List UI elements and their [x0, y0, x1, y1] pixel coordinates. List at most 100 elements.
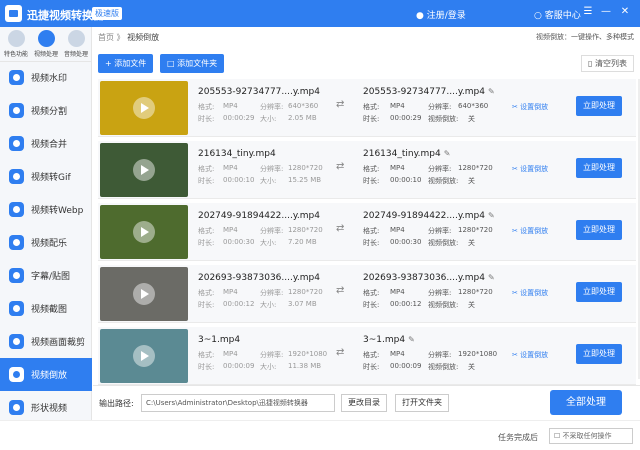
process-all-button[interactable]: 全部处理 — [550, 390, 622, 415]
set-reverse-link[interactable]: ✂ 设置倒放 — [512, 164, 548, 174]
minimize-icon[interactable]: — — [600, 6, 612, 17]
sidebar-item[interactable]: 视频截图 — [0, 292, 92, 325]
set-reverse-label[interactable]: 设置倒放 — [520, 103, 548, 111]
output-resolution: 1280*720 — [458, 288, 493, 296]
after-completion-select[interactable]: ☐ 不采取任何操作 — [549, 428, 633, 444]
set-reverse-link[interactable]: ✂ 设置倒放 — [512, 288, 548, 298]
output-file-name-text: 202749-91894422....y.mp4 — [363, 211, 485, 221]
duration-label: 时长: — [363, 301, 380, 309]
tab-featured[interactable]: 特色功能 — [1, 30, 31, 58]
video-thumbnail[interactable] — [100, 329, 188, 383]
sidebar-item[interactable]: 视频分割 — [0, 94, 92, 127]
size-label: 大小: — [260, 363, 277, 371]
login-label[interactable]: 注册/登录 — [427, 11, 466, 21]
video-thumbnail[interactable] — [100, 143, 188, 197]
process-now-button[interactable]: 立即处理 — [576, 220, 622, 240]
resolution-label: 分辨率: — [260, 165, 284, 173]
process-now-button[interactable]: 立即处理 — [576, 96, 622, 116]
sidebar-item[interactable]: 视频倒放 — [0, 358, 92, 391]
close-icon[interactable]: ✕ — [619, 6, 631, 17]
sidebar-item[interactable]: 视频水印 — [0, 61, 92, 94]
video-thumbnail[interactable] — [100, 81, 188, 135]
sidebar-item-label: 形状视频 — [31, 404, 68, 414]
set-reverse-label[interactable]: 设置倒放 — [520, 227, 548, 235]
output-file-name: 202749-91894422....y.mp4 ✎ — [363, 211, 495, 221]
reverse-label: 视频倒放: — [428, 177, 459, 185]
category-tabs: 特色功能 视频处理 音频处理 — [0, 27, 92, 62]
tab-label: 特色功能 — [3, 51, 28, 58]
reverse-label: 视频倒放: — [428, 239, 459, 247]
menu-icon[interactable]: ☰ — [582, 6, 594, 17]
title-bar: 迅捷视频转换器 极速版 ● 注册/登录 ○ 客服中心 ☰ — ✕ — [0, 0, 640, 27]
file-row: 205553-92734777....y.mp4 格式: MP4 分辨率: 640*36… — [98, 79, 636, 137]
process-now-button[interactable]: 立即处理 — [576, 344, 622, 364]
tab-audio-processing[interactable]: 音频处理 — [61, 30, 91, 58]
play-icon[interactable] — [133, 221, 155, 243]
edit-icon[interactable]: ✎ — [488, 273, 495, 282]
scissors-icon: ✂ — [512, 165, 521, 173]
file-row: 3~1.mp4 格式: MP4 分辨率: 1920*1080 时长: 00:00:09 大小:… — [98, 327, 636, 385]
play-icon[interactable] — [133, 283, 155, 305]
input-resolution: 1280*720 — [288, 164, 323, 172]
add-folder-button[interactable]: □ 添加文件夹 — [160, 54, 225, 73]
sidebar-item[interactable]: 视频画面裁剪 — [0, 325, 92, 358]
set-reverse-label[interactable]: 设置倒放 — [520, 351, 548, 359]
output-format: MP4 — [390, 102, 405, 110]
clear-list-label[interactable]: 清空列表 — [595, 59, 627, 68]
sidebar-item[interactable]: 视频合并 — [0, 127, 92, 160]
breadcrumb-current: 视频倒放 — [127, 33, 160, 42]
play-icon[interactable] — [133, 97, 155, 119]
edit-icon[interactable]: ✎ — [408, 335, 415, 344]
resolution-label: 分辨率: — [428, 289, 452, 297]
input-duration: 00:00:10 — [223, 176, 255, 184]
edition-badge: 极速版 — [92, 7, 122, 20]
format-label: 格式: — [198, 227, 215, 235]
sidebar-item-label: 视频转Webp — [31, 206, 84, 216]
set-reverse-link[interactable]: ✂ 设置倒放 — [512, 350, 548, 360]
edit-icon[interactable]: ✎ — [488, 211, 495, 220]
file-row: 216134_tiny.mp4 格式: MP4 分辨率: 1280*720 时长: 00:0… — [98, 141, 636, 199]
sidebar-item-label: 视频倒放 — [31, 371, 68, 381]
input-duration: 00:00:29 — [223, 114, 255, 122]
service-center-link[interactable]: ○ 客服中心 — [534, 8, 581, 21]
sidebar-item[interactable]: 视频配乐 — [0, 226, 92, 259]
service-label[interactable]: 客服中心 — [545, 11, 581, 21]
video-thumbnail[interactable] — [100, 205, 188, 259]
play-icon[interactable] — [133, 345, 155, 367]
input-file-name: 202693-93873036....y.mp4 — [198, 273, 320, 283]
open-folder-button[interactable]: 打开文件夹 — [395, 394, 449, 412]
output-resolution: 1920*1080 — [458, 350, 498, 358]
video-thumbnail[interactable] — [100, 267, 188, 321]
edit-icon[interactable]: ✎ — [444, 149, 451, 158]
tab-video-processing[interactable]: 视频处理 — [31, 30, 61, 58]
sidebar-item[interactable]: 视频转Webp — [0, 193, 92, 226]
sidebar-item-label: 视频水印 — [31, 74, 68, 84]
sidebar: 特色功能 视频处理 音频处理 视频水印视频分割 视频合并 视频转Gif 视频转Webp… — [0, 27, 92, 420]
change-directory-button[interactable]: 更改目录 — [341, 394, 387, 412]
set-reverse-label[interactable]: 设置倒放 — [520, 289, 548, 297]
set-reverse-link[interactable]: ✂ 设置倒放 — [512, 226, 548, 236]
process-now-button[interactable]: 立即处理 — [576, 158, 622, 178]
edit-icon[interactable]: ✎ — [488, 87, 495, 96]
add-file-button[interactable]: + 添加文件 — [98, 54, 154, 73]
input-file-name: 216134_tiny.mp4 — [198, 149, 276, 159]
set-reverse-label[interactable]: 设置倒放 — [520, 165, 548, 173]
sidebar-item[interactable]: 字幕/贴图 — [0, 259, 92, 292]
duration-label: 时长: — [198, 301, 215, 309]
add-folder-label[interactable]: 添加文件夹 — [177, 59, 217, 68]
sidebar-menu: 视频水印 视频分割 视频合并 视频转Gif 视频转Webp 视频配乐 字幕/贴图 视频截图 视频… — [0, 61, 92, 424]
set-reverse-link[interactable]: ✂ 设置倒放 — [512, 102, 548, 112]
after-completion-value[interactable]: 不采取任何操作 — [563, 432, 612, 440]
main-panel: 首页 》 视频倒放 视频倒放：一键操作、多种模式 + 添加文件 □ 添加文件夹 … — [93, 27, 640, 420]
clear-list-button[interactable]: ▯ 清空列表 — [581, 55, 634, 72]
output-path-field[interactable]: C:\Users\Administrator\Desktop\迅捷视频转换器 — [141, 394, 335, 412]
login-link[interactable]: ● 注册/登录 — [416, 8, 466, 21]
process-now-button[interactable]: 立即处理 — [576, 282, 622, 302]
sidebar-item[interactable]: 视频转Gif — [0, 160, 92, 193]
play-icon[interactable] — [133, 159, 155, 181]
input-resolution: 1920*1080 — [288, 350, 328, 358]
breadcrumb-home[interactable]: 首页 — [98, 33, 114, 42]
format-label: 格式: — [363, 227, 380, 235]
feature-icon — [9, 268, 24, 283]
resolution-label: 分辨率: — [260, 351, 284, 359]
